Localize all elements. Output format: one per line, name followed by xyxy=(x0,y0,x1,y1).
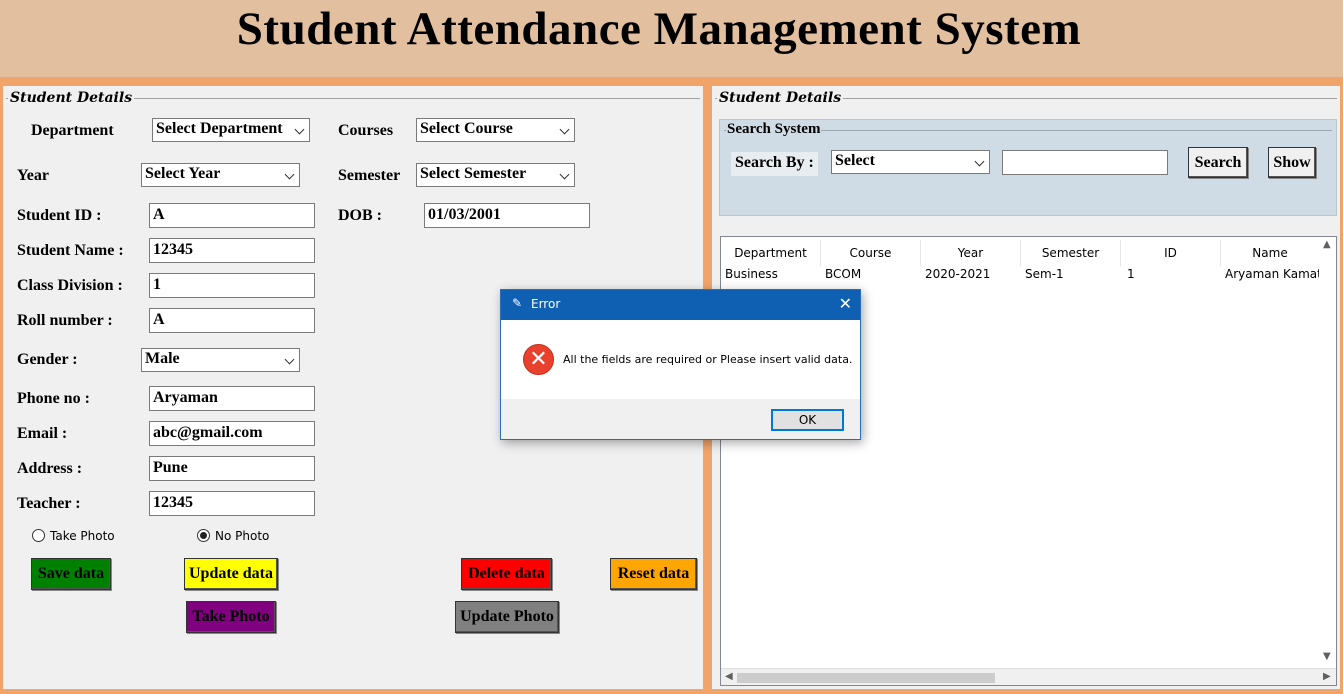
app-header: Student Attendance Management System xyxy=(0,0,1343,77)
left-panel-title: Student Details xyxy=(8,90,135,106)
gender-label: Gender : xyxy=(17,351,78,368)
chevron-down-icon xyxy=(974,156,985,167)
course-select[interactable]: Select Course xyxy=(416,118,575,142)
radio-unchecked-icon xyxy=(32,529,45,542)
update-data-button[interactable]: Update data xyxy=(184,558,278,590)
column-header-name[interactable]: Name xyxy=(1221,240,1320,266)
search-system-title: Search System xyxy=(726,121,822,138)
chevron-down-icon xyxy=(559,124,570,135)
app-title: Student Attendance Management System xyxy=(236,3,1082,55)
search-by-select[interactable]: Select xyxy=(831,150,990,174)
course-select-value: Select Course xyxy=(420,120,513,137)
column-header-semester[interactable]: Semester xyxy=(1021,240,1121,266)
roll-number-input[interactable]: A xyxy=(149,308,315,333)
error-icon: ✕ xyxy=(523,344,554,375)
dialog-title: Error xyxy=(531,297,561,311)
feather-icon: ✎ xyxy=(512,296,523,310)
student-id-input[interactable]: A xyxy=(149,203,315,228)
search-button[interactable]: Search xyxy=(1188,147,1248,178)
cell-department: Business xyxy=(725,267,778,281)
column-header-id[interactable]: ID xyxy=(1121,240,1221,266)
right-panel-title: Student Details xyxy=(717,90,844,106)
department-select[interactable]: Select Department xyxy=(152,118,310,142)
chevron-down-icon xyxy=(284,354,295,365)
cell-name: Aryaman Kamat xyxy=(1225,267,1322,281)
column-header-course[interactable]: Course xyxy=(821,240,921,266)
class-division-label: Class Division : xyxy=(17,277,123,294)
dob-label: DOB : xyxy=(338,207,382,224)
take-photo-button[interactable]: Take Photo xyxy=(186,601,276,633)
chevron-down-icon xyxy=(559,169,570,180)
close-icon[interactable]: ✕ xyxy=(839,294,852,313)
save-data-button[interactable]: Save data xyxy=(31,558,111,590)
dialog-body: ✕ All the fields are required or Please … xyxy=(501,320,860,399)
scroll-right-icon[interactable]: ▶ xyxy=(1323,671,1331,682)
cell-semester: Sem-1 xyxy=(1025,267,1064,281)
courses-label: Courses xyxy=(338,122,394,139)
student-name-input[interactable]: 12345 xyxy=(149,238,315,263)
roll-number-label: Roll number : xyxy=(17,312,113,329)
take-photo-radio[interactable]: Take Photo xyxy=(32,529,115,543)
class-division-input[interactable]: 1 xyxy=(149,273,315,298)
chevron-down-icon xyxy=(294,124,305,135)
delete-data-button[interactable]: Delete data xyxy=(461,558,552,590)
error-dialog: ✎ Error ✕ ✕ All the fields are required … xyxy=(500,289,861,440)
ok-button[interactable]: OK xyxy=(771,409,844,431)
reset-data-button[interactable]: Reset data xyxy=(610,558,697,590)
teacher-input[interactable]: 12345 xyxy=(149,491,315,516)
gender-select[interactable]: Male xyxy=(141,348,300,372)
show-button[interactable]: Show xyxy=(1268,147,1316,178)
search-system-frame: Search System Search By : Select Search … xyxy=(719,119,1337,216)
department-select-value: Select Department xyxy=(156,120,283,137)
student-id-label: Student ID : xyxy=(17,207,102,224)
scroll-down-icon[interactable]: ▼ xyxy=(1323,651,1331,662)
cell-course: BCOM xyxy=(825,267,862,281)
email-input[interactable]: abc@gmail.com xyxy=(149,421,315,446)
address-input[interactable]: Pune xyxy=(149,456,315,481)
address-label: Address : xyxy=(17,460,83,477)
department-label: Department xyxy=(31,122,114,139)
no-photo-radio[interactable]: No Photo xyxy=(197,529,269,543)
dob-input[interactable]: 01/03/2001 xyxy=(424,203,590,228)
scroll-up-icon[interactable]: ▲ xyxy=(1323,239,1331,250)
search-input[interactable] xyxy=(1002,150,1168,175)
update-photo-button[interactable]: Update Photo xyxy=(455,601,559,633)
scroll-left-icon[interactable]: ◀ xyxy=(725,671,733,682)
year-select-value: Select Year xyxy=(145,165,221,182)
semester-label: Semester xyxy=(338,167,401,184)
email-label: Email : xyxy=(17,425,68,442)
year-label: Year xyxy=(17,167,49,184)
gender-select-value: Male xyxy=(145,350,180,367)
vertical-scrollbar[interactable]: ▲ ▼ xyxy=(1319,237,1336,669)
search-by-label: Search By : xyxy=(731,152,818,176)
phone-input[interactable]: Aryaman xyxy=(149,386,315,411)
column-header-year[interactable]: Year xyxy=(921,240,1021,266)
semester-select-value: Select Semester xyxy=(420,165,527,182)
student-name-label: Student Name : xyxy=(17,242,124,259)
column-header-department[interactable]: Department xyxy=(721,240,821,266)
search-by-select-value: Select xyxy=(835,152,875,169)
horizontal-scrollbar[interactable]: ◀ ▶ xyxy=(721,668,1336,685)
horizontal-scroll-thumb[interactable] xyxy=(737,673,995,683)
take-photo-radio-label: Take Photo xyxy=(50,529,115,543)
teacher-label: Teacher : xyxy=(17,495,81,512)
year-select[interactable]: Select Year xyxy=(141,163,300,187)
no-photo-radio-label: No Photo xyxy=(215,529,270,543)
radio-checked-icon xyxy=(197,529,210,542)
phone-label: Phone no : xyxy=(17,390,90,407)
dialog-message: All the fields are required or Please in… xyxy=(563,353,853,366)
cell-year: 2020-2021 xyxy=(925,267,991,281)
dialog-titlebar[interactable]: ✎ Error ✕ xyxy=(501,290,860,320)
semester-select[interactable]: Select Semester xyxy=(416,163,575,187)
cell-id: 1 xyxy=(1127,267,1135,281)
chevron-down-icon xyxy=(284,169,295,180)
